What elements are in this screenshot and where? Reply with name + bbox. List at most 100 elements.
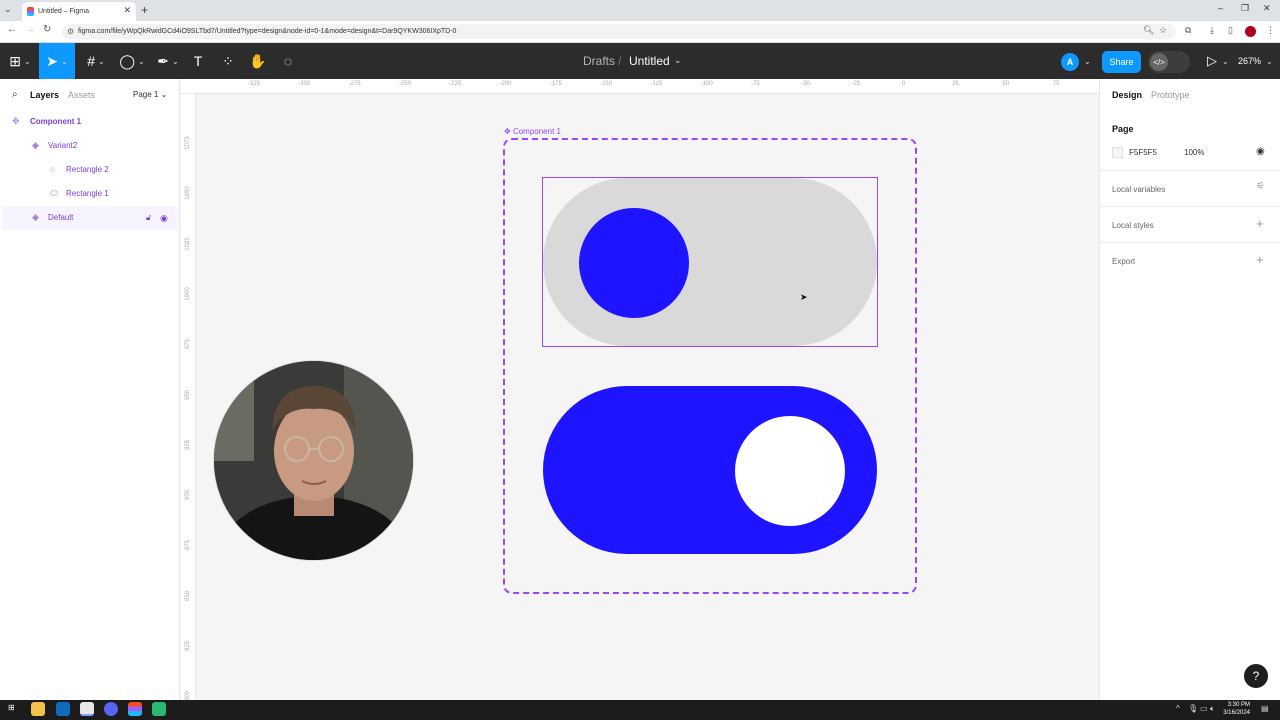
windows-start-icon[interactable]: ⊞ [8, 703, 15, 712]
reload-icon[interactable]: ↻ [43, 24, 51, 35]
local-styles-row[interactable]: Local styles + [1100, 206, 1280, 242]
main-menu-button[interactable]: ⊞ ⌄ [4, 43, 36, 79]
layer-label: Rectangle 2 [66, 165, 109, 174]
forward-icon[interactable]: → [25, 24, 35, 35]
mouse-cursor-icon: ➤ [800, 292, 808, 302]
page-selector[interactable]: Page 1 ⌄ [133, 90, 167, 99]
minimize-icon[interactable]: – [1218, 3, 1223, 13]
lock-icon[interactable]: 🔓︎ [146, 213, 151, 223]
eye-icon[interactable]: ◉ [160, 213, 168, 224]
tab-prototype[interactable]: Prototype [1151, 90, 1190, 100]
variant-diamond-icon: ◆ [32, 212, 39, 222]
outlook-icon[interactable] [56, 702, 70, 716]
chevron-down-icon[interactable]: ⌄ [674, 55, 682, 66]
extensions-icon[interactable]: ⧉ [1185, 25, 1191, 36]
code-icon: </> [1150, 53, 1168, 71]
chevron-down-icon[interactable]: ⌄ [1222, 57, 1229, 66]
frame-tool-button[interactable]: # ⌄ [80, 43, 112, 79]
download-icon[interactable]: ⤓ [1210, 25, 1214, 36]
ruler-tick-label: -100 [700, 81, 713, 87]
chrome-icon[interactable] [80, 702, 94, 716]
move-tool-button[interactable]: ➤ ⌄ [39, 43, 75, 79]
toggle-on-knob[interactable] [735, 416, 845, 526]
hand-tool-button[interactable]: ✋ [248, 43, 268, 79]
windows-taskbar [0, 700, 1280, 720]
search-icon[interactable]: ⌕ [12, 89, 18, 100]
tab-design[interactable]: Design [1112, 90, 1142, 100]
user-avatar[interactable]: A [1061, 53, 1079, 71]
add-style-icon[interactable]: + [1256, 216, 1264, 231]
share-button[interactable]: Share [1102, 51, 1141, 73]
layer-rectangle-1[interactable]: ⬭ Rectangle 1 [2, 182, 178, 206]
component-set-name: Component 1 [512, 127, 561, 136]
file-explorer-icon[interactable] [31, 702, 45, 716]
page-selector-label: Page 1 [133, 90, 159, 99]
ruler-tick-label: 0 [901, 81, 906, 87]
volume-icon[interactable]: 🔈︎ [1210, 704, 1215, 714]
tray-overflow-icon[interactable]: ^ [1176, 704, 1180, 713]
close-window-icon[interactable]: ✕ [1263, 3, 1271, 14]
file-title[interactable]: Untitled [629, 54, 670, 68]
browser-tab[interactable]: Untitled – Figma ✕ [22, 2, 136, 21]
notifications-icon[interactable]: ▤ [1261, 704, 1269, 713]
help-button[interactable]: ? [1244, 664, 1268, 688]
local-variables-row[interactable]: Local variables ⚟ [1100, 170, 1280, 206]
clock-time: 3:30 PM [1227, 702, 1250, 708]
ruler-tick-label: 1050 [185, 186, 191, 200]
pinned-app-icon[interactable] [152, 702, 166, 716]
microphone-icon[interactable]: 🎙︎ [1188, 704, 1198, 713]
variables-settings-icon[interactable]: ⚟ [1256, 181, 1265, 192]
export-row[interactable]: Export + [1100, 242, 1280, 278]
page-color-hex[interactable]: F5F5F5 [1129, 148, 1157, 157]
figma-app-icon[interactable] [128, 702, 142, 716]
ruler-tick-label: 825 [185, 641, 191, 652]
layer-default[interactable]: ◆ Default [2, 206, 178, 230]
breadcrumb-drafts[interactable]: Drafts [583, 54, 615, 68]
figma-favicon-icon [27, 7, 34, 16]
system-clock[interactable]: 3:30 PM 3/16/2024 [1220, 701, 1250, 717]
chevron-down-icon: ⌄ [172, 56, 179, 66]
shape-tool-button[interactable]: ◯ ⌄ [116, 43, 148, 79]
comment-tool-button[interactable]: ◌ [278, 43, 298, 79]
profile-avatar[interactable] [1245, 26, 1256, 37]
bookmark-star-icon[interactable]: ☆ [1159, 25, 1167, 36]
browser-tab-title: Untitled – Figma [38, 8, 89, 15]
browser-menu-icon[interactable]: ⋮ [1266, 25, 1275, 36]
component-icon: ✥ [12, 116, 20, 126]
eye-icon[interactable]: ◉ [1256, 146, 1265, 157]
ruler-horizontal [181, 79, 1099, 94]
maximize-icon[interactable]: ❐ [1241, 3, 1249, 14]
add-export-icon[interactable]: + [1256, 252, 1264, 267]
local-styles-label: Local styles [1112, 221, 1154, 230]
chevron-down-icon[interactable]: ⌄ [1266, 57, 1273, 66]
tab-layers[interactable]: Layers [30, 90, 59, 100]
new-tab-icon[interactable]: + [141, 3, 148, 17]
zoom-icon[interactable]: 🔍︎ [1143, 25, 1154, 36]
layer-variant2[interactable]: ◆ Variant2 [2, 134, 178, 158]
text-tool-button[interactable]: T [188, 43, 208, 79]
tab-menu-icon[interactable]: ⌄ [4, 4, 12, 15]
tab-assets[interactable]: Assets [68, 90, 95, 100]
ruler-tick-label: 25 [952, 81, 959, 87]
resources-icon: ⁘ [222, 52, 234, 69]
chevron-down-icon[interactable]: ⌄ [1084, 57, 1091, 66]
close-tab-icon[interactable]: ✕ [123, 5, 131, 16]
site-info-icon[interactable]: ⚙ [67, 24, 74, 39]
chevron-down-icon: ⌄ [137, 56, 145, 66]
ruler-tick-label: -225 [449, 81, 462, 87]
component-set-label[interactable]: ✥ Component 1 [504, 127, 561, 136]
layer-component-1[interactable]: ✥ Component 1 [2, 110, 178, 134]
layer-rectangle-2[interactable]: ○ Rectangle 2 [2, 158, 178, 182]
present-play-icon[interactable]: ▷ [1207, 53, 1217, 69]
network-icon[interactable]: ▭ [1200, 704, 1208, 713]
rounded-rect-icon: ⬭ [50, 188, 58, 198]
back-icon[interactable]: ← [7, 24, 17, 35]
pen-tool-button[interactable]: ✒ ⌄ [152, 43, 184, 79]
page-color-opacity[interactable]: 100% [1184, 148, 1204, 157]
discord-icon[interactable] [104, 702, 118, 716]
zoom-level[interactable]: 267% [1238, 56, 1261, 66]
page-color-swatch[interactable] [1112, 147, 1123, 158]
resources-tool-button[interactable]: ⁘ [218, 43, 238, 79]
url-field[interactable]: ⚙ figma.com/file/yWpQkRwidGCd4iO9SLTbd7/… [62, 24, 1176, 39]
sidepanel-icon[interactable]: ▯ [1228, 25, 1233, 36]
